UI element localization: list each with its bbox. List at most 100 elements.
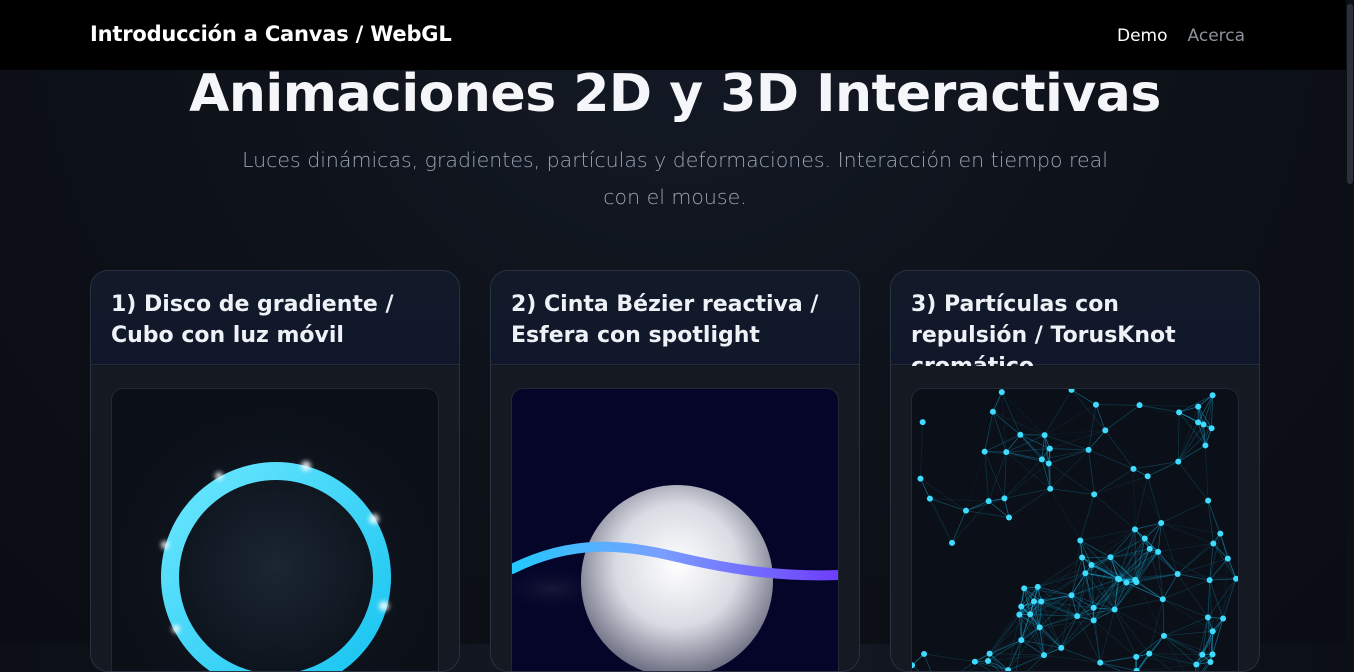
particle-link — [1100, 654, 1149, 663]
particle-link — [1223, 579, 1236, 619]
particle-dot — [1225, 556, 1231, 562]
particle-dot — [920, 419, 926, 425]
particle-link — [1178, 574, 1208, 617]
particle-link — [985, 435, 1021, 452]
particle-dot — [1046, 460, 1052, 466]
particle-link — [924, 654, 975, 662]
particle-link — [1137, 664, 1197, 670]
particle-link — [1163, 580, 1210, 599]
nav-link-demo[interactable]: Demo — [1117, 26, 1168, 46]
particle-dot — [1195, 404, 1201, 410]
sphere-ribbon-graphic — [512, 389, 838, 672]
particle-dot — [1176, 409, 1182, 415]
particle-dot — [1003, 449, 1009, 455]
particle-link — [1178, 425, 1203, 462]
particle-dot — [1210, 392, 1216, 398]
particle-link — [1140, 405, 1199, 422]
particle-dot — [1209, 425, 1215, 431]
particle-link — [1163, 599, 1164, 636]
particle-dot — [1160, 596, 1166, 602]
particle-dot — [1202, 442, 1208, 448]
particle-link — [1178, 534, 1221, 574]
brand-title[interactable]: Introducción a Canvas / WebGL — [90, 22, 452, 46]
particle-dot — [1001, 495, 1007, 501]
canvas-bezier-ribbon[interactable] — [511, 388, 839, 672]
card-body — [91, 366, 459, 671]
particle-link — [993, 392, 1002, 412]
particle-dot — [1074, 613, 1080, 619]
particle-link — [1145, 538, 1178, 574]
particle-link — [1210, 579, 1236, 580]
particle-link — [1006, 435, 1020, 452]
particle-link — [1050, 489, 1080, 541]
particle-dot — [990, 409, 996, 415]
particle-dot — [982, 449, 988, 455]
particle-link — [990, 614, 1031, 653]
particle-dot — [949, 540, 955, 546]
particle-network-graphic — [912, 389, 1238, 672]
particle-dot — [1027, 611, 1033, 617]
particle-dot — [986, 498, 992, 504]
particle-dot — [972, 659, 978, 665]
particle-link — [937, 662, 975, 672]
particle-dot — [1021, 585, 1027, 591]
particle-link — [1135, 523, 1161, 529]
particle-dot — [1041, 652, 1047, 658]
nav-link-acerca[interactable]: Acerca — [1188, 26, 1246, 46]
particle-link — [989, 452, 1007, 501]
card-title: 3) Partículas con repulsión / TorusKnot … — [891, 271, 1259, 365]
canvas-gradient-disc[interactable] — [111, 388, 439, 672]
particle-link — [1045, 430, 1106, 435]
particle-dot — [1195, 419, 1201, 425]
particle-dot — [1210, 651, 1216, 657]
particle-link — [1208, 580, 1210, 617]
particle-link — [1178, 462, 1208, 501]
particle-dot — [1038, 598, 1044, 604]
card-title: 1) Disco de gradiente / Cubo con luz móv… — [91, 271, 459, 365]
particle-dot — [1133, 579, 1139, 585]
particle-dot — [1108, 554, 1114, 560]
particle-link — [1208, 579, 1236, 618]
particle-link — [1205, 445, 1208, 500]
particle-link — [1080, 540, 1110, 557]
demo-card-particles: 3) Partículas con repulsión / TorusKnot … — [890, 270, 1260, 672]
particle-link — [920, 422, 922, 479]
particle-dot — [1039, 456, 1045, 462]
particle-dot — [1037, 624, 1043, 630]
particle-dot — [1091, 605, 1097, 611]
particle-link — [1050, 449, 1089, 450]
particle-dot — [1201, 422, 1207, 428]
particle-link — [1050, 450, 1088, 489]
particle-link — [966, 452, 985, 511]
particle-dot — [985, 658, 991, 664]
particle-dot — [1205, 498, 1211, 504]
card-body — [491, 366, 859, 671]
particle-dot — [1220, 615, 1226, 621]
particle-link — [1158, 523, 1161, 552]
particle-link — [990, 627, 1040, 653]
particle-link — [1133, 462, 1178, 469]
particle-dot — [1137, 402, 1143, 408]
particle-link — [1163, 599, 1213, 631]
particle-link — [1071, 390, 1095, 405]
demo-card-bezier-ribbon: 2) Cinta Bézier reactiva / Esfera con sp… — [490, 270, 860, 672]
particle-link — [1045, 390, 1072, 435]
particle-link — [1094, 476, 1148, 494]
canvas-particles[interactable] — [911, 388, 1239, 672]
particle-dot — [1175, 459, 1181, 465]
particle-link — [1115, 609, 1164, 635]
particle-link — [1094, 469, 1133, 495]
particle-link — [1136, 657, 1196, 665]
page-title: Animaciones 2D y 3D Interactivas — [0, 64, 1350, 124]
gradient-ring-graphic — [112, 389, 438, 672]
particle-link — [930, 499, 989, 502]
particle-link — [1014, 648, 1062, 672]
particle-dot — [1123, 580, 1129, 586]
particle-link — [1148, 476, 1161, 523]
particle-link — [1161, 523, 1213, 543]
particle-dot — [1205, 614, 1211, 620]
particle-dot — [1091, 617, 1097, 623]
particle-dot — [1102, 427, 1108, 433]
particle-dot — [1193, 661, 1199, 667]
particle-dot — [1155, 549, 1161, 555]
